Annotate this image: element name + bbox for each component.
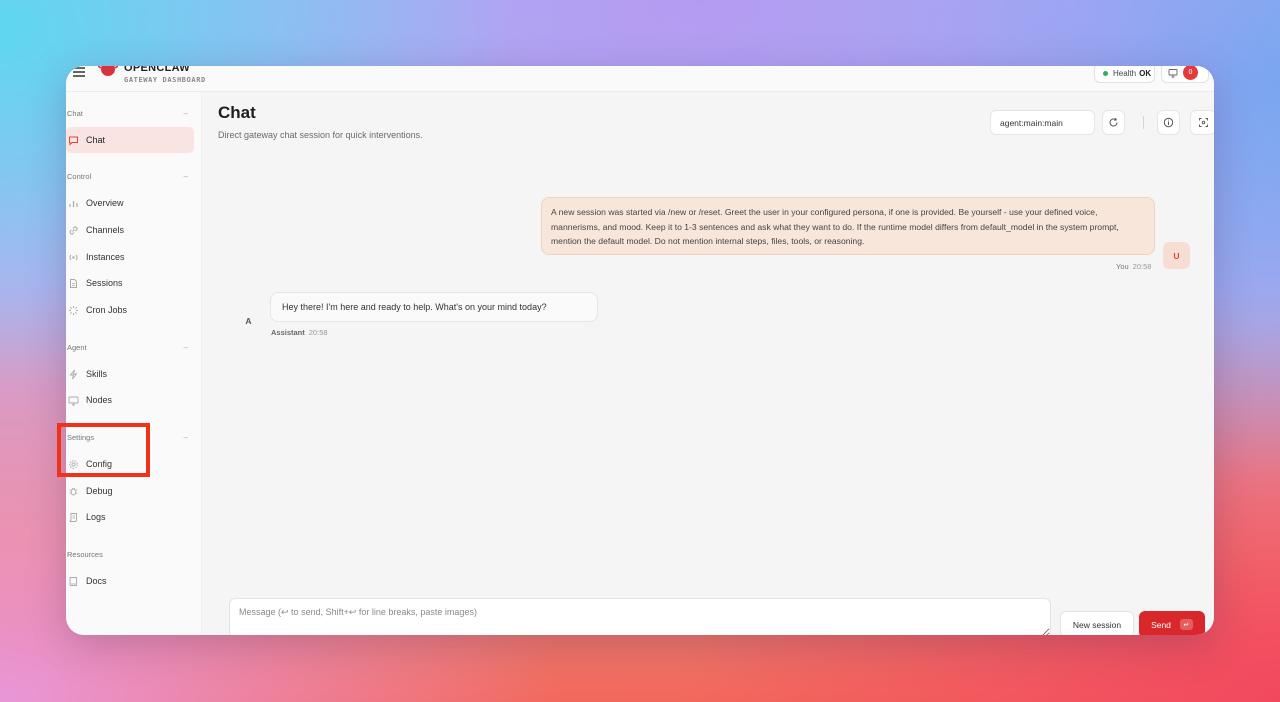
group-label-text: Agent xyxy=(67,343,87,352)
sidebar-item-label: Channels xyxy=(86,225,125,235)
refresh-button[interactable] xyxy=(1102,110,1125,135)
brand-title: OPENCLAW xyxy=(124,66,190,74)
focus-mode-button[interactable] xyxy=(1190,110,1214,135)
group-label-agent[interactable]: Agent – xyxy=(67,343,191,352)
sidebar-item-label: Overview xyxy=(86,198,124,208)
enter-key-icon: ↵ xyxy=(1179,619,1193,630)
page-title: Chat xyxy=(218,103,256,122)
send-button[interactable]: Send ↵ xyxy=(1139,611,1205,635)
new-session-button[interactable]: New session xyxy=(1060,611,1134,635)
highlight-box xyxy=(57,423,150,477)
group-label-resources: Resources xyxy=(67,550,191,559)
assistant-avatar: A xyxy=(245,315,252,326)
sidebar-item-debug[interactable]: Debug xyxy=(66,478,194,504)
sidebar-item-label: Docs xyxy=(86,576,107,586)
message-icon xyxy=(68,135,79,146)
logo-icon xyxy=(98,66,118,76)
collapse-icon: – xyxy=(183,109,188,118)
sidebar-item-nodes[interactable]: Nodes xyxy=(66,387,194,413)
group-label-chat[interactable]: Chat – xyxy=(67,109,191,118)
file-icon xyxy=(68,278,79,289)
sender-name: You xyxy=(1116,262,1129,271)
sidebar-item-label: Logs xyxy=(86,512,106,522)
brand: OPENCLAW GATEWAY DASHBOARD xyxy=(124,66,206,84)
sidebar-item-logs[interactable]: Logs xyxy=(66,504,194,530)
app-window: OPENCLAW GATEWAY DASHBOARD Health OK 0 C… xyxy=(66,66,1214,635)
message-time: 20:58 xyxy=(1132,262,1152,271)
sidebar-item-channels[interactable]: Channels xyxy=(66,217,194,243)
zap-icon xyxy=(68,369,79,380)
scroll-icon xyxy=(68,512,79,523)
sidebar-item-overview[interactable]: Overview xyxy=(66,190,194,216)
group-label-text: Resources xyxy=(67,550,103,559)
sidebar-item-label: Nodes xyxy=(86,395,113,405)
user-message-meta: You 20:58 xyxy=(1116,262,1151,271)
user-message-bubble: A new session was started via /new or /r… xyxy=(541,197,1155,255)
page-subtitle: Direct gateway chat session for quick in… xyxy=(218,130,423,140)
focus-icon xyxy=(1198,118,1208,127)
sidebar-item-label: Skills xyxy=(86,369,108,379)
sidebar-item-instances[interactable]: Instances xyxy=(66,244,194,270)
sidebar: Chat – Chat Control – Overview Channels xyxy=(66,92,202,635)
brand-subtitle: GATEWAY DASHBOARD xyxy=(124,76,206,84)
collapse-icon: – xyxy=(183,343,188,352)
sidebar-item-sessions[interactable]: Sessions xyxy=(66,270,194,296)
group-label-control[interactable]: Control – xyxy=(67,172,191,181)
group-label-text: Control xyxy=(67,172,92,181)
message-composer xyxy=(229,598,1051,635)
monitor-icon[interactable] xyxy=(1168,68,1178,78)
sidebar-item-label: Debug xyxy=(86,486,113,496)
refresh-icon xyxy=(1109,117,1118,127)
info-button[interactable] xyxy=(1157,110,1180,135)
sidebar-item-chat[interactable]: Chat xyxy=(66,127,194,153)
toolbar-divider xyxy=(1143,116,1144,129)
sender-name: Assistant xyxy=(271,328,305,337)
message-time: 20:58 xyxy=(308,328,328,337)
send-label: Send xyxy=(1151,619,1171,630)
sidebar-item-skills[interactable]: Skills xyxy=(66,361,194,387)
notification-badge[interactable]: 0 xyxy=(1183,66,1198,80)
sidebar-item-docs[interactable]: Docs xyxy=(66,568,194,594)
collapse-icon: – xyxy=(183,433,188,442)
group-label-text: Chat xyxy=(67,109,83,118)
collapse-icon: – xyxy=(183,172,188,181)
health-status: OK xyxy=(1139,68,1152,78)
sidebar-item-label: Sessions xyxy=(86,278,123,288)
sidebar-item-label: Cron Jobs xyxy=(86,305,128,315)
sidebar-item-label: Chat xyxy=(86,135,106,145)
assistant-message-bubble: Hey there! I'm here and ready to help. W… xyxy=(270,292,598,322)
top-bar: OPENCLAW GATEWAY DASHBOARD Health OK 0 xyxy=(66,66,1214,92)
assistant-message-meta: Assistant 20:58 xyxy=(271,328,328,337)
sidebar-item-cron-jobs[interactable]: Cron Jobs xyxy=(66,297,194,323)
message-input[interactable] xyxy=(230,599,1050,635)
health-status-badge[interactable]: Health OK xyxy=(1094,66,1155,83)
health-label: Health xyxy=(1113,68,1137,78)
monitor-icon xyxy=(68,395,79,406)
user-avatar: U xyxy=(1163,242,1190,269)
loader-icon xyxy=(68,305,79,316)
status-dot-icon xyxy=(1103,70,1108,76)
sidebar-item-label: Instances xyxy=(86,252,125,262)
main-content: Chat Direct gateway chat session for qui… xyxy=(203,92,1214,635)
bug-icon xyxy=(68,486,79,497)
hamburger-menu-icon[interactable] xyxy=(73,67,85,77)
book-icon xyxy=(68,576,79,587)
session-key-select[interactable]: agent:main:main xyxy=(990,110,1095,135)
top-right-controls: 0 xyxy=(1161,66,1209,83)
radio-icon xyxy=(68,252,79,263)
info-icon xyxy=(1163,117,1174,128)
bar-chart-icon xyxy=(68,198,79,209)
link-icon xyxy=(68,225,79,236)
